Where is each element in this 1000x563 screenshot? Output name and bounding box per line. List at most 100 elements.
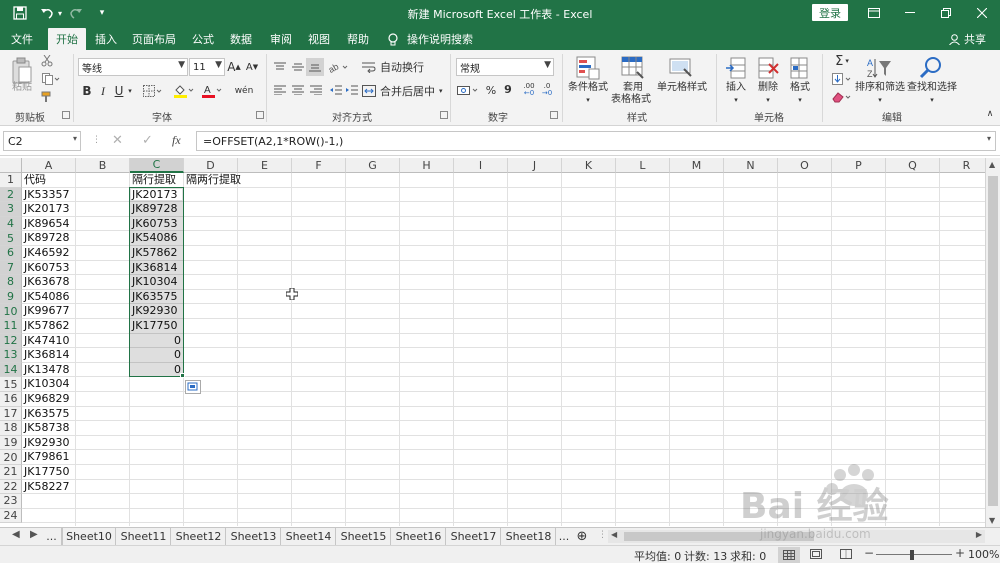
borders-button[interactable]	[142, 83, 164, 99]
row-header-10[interactable]: 10	[0, 304, 22, 319]
redo-icon[interactable]	[66, 4, 86, 22]
percent-button[interactable]: %	[484, 83, 498, 97]
sheet-tab-sheet17[interactable]: Sheet17	[447, 528, 501, 545]
tell-me-search[interactable]: 操作说明搜索	[404, 28, 476, 50]
sheet-prev-icon[interactable]: ◀	[12, 529, 20, 540]
undo-icon[interactable]	[36, 4, 58, 22]
cell-A10[interactable]: JK99677	[22, 304, 76, 318]
cell-A4[interactable]: JK89654	[22, 217, 76, 231]
cell-C9[interactable]: JK63575	[130, 290, 184, 304]
align-right-icon[interactable]	[308, 83, 324, 97]
alignment-launcher-icon[interactable]	[440, 111, 448, 119]
format-cells-button[interactable]	[788, 54, 812, 82]
sort-filter-button[interactable]: AZ	[866, 54, 892, 82]
orientation-icon[interactable]: ab	[328, 60, 352, 74]
undo-dropdown-icon[interactable]: ▾	[56, 4, 64, 22]
restore-icon[interactable]	[928, 0, 964, 26]
align-left-icon[interactable]	[272, 83, 288, 97]
number-launcher-icon[interactable]	[550, 111, 558, 119]
row-header-15[interactable]: 15	[0, 377, 22, 392]
align-middle-icon[interactable]	[290, 60, 306, 74]
row-header-19[interactable]: 19	[0, 435, 22, 451]
tab-view[interactable]: 视图	[302, 28, 336, 50]
cell-C8[interactable]: JK10304	[130, 275, 184, 289]
close-icon[interactable]	[964, 0, 1000, 26]
row-header-20[interactable]: 20	[0, 450, 22, 465]
column-header-K[interactable]: K	[562, 158, 616, 173]
cut-icon[interactable]	[40, 54, 54, 68]
row-header-3[interactable]: 3	[0, 202, 22, 217]
font-color-button[interactable]: A	[200, 83, 224, 99]
row-header-9[interactable]: 9	[0, 289, 22, 305]
row-header-6[interactable]: 6	[0, 246, 22, 261]
sheet-tab-sheet15[interactable]: Sheet15	[337, 528, 391, 545]
autosum-button[interactable]: Σ ▾	[830, 54, 854, 69]
cell-A9[interactable]: JK54086	[22, 290, 76, 304]
column-header-M[interactable]: M	[670, 158, 724, 173]
number-format-select[interactable]: 常规 ▼	[456, 58, 554, 76]
format-as-table-button[interactable]	[620, 54, 646, 82]
sheet-tab-sheet18[interactable]: Sheet18	[502, 528, 556, 545]
horizontal-scrollbar[interactable]: ◀ ▶	[608, 530, 985, 543]
cell-C6[interactable]: JK57862	[130, 246, 184, 260]
cell-A16[interactable]: JK96829	[22, 392, 76, 406]
tab-file[interactable]: 文件	[4, 28, 40, 50]
sheet-tab-sheet12[interactable]: Sheet12	[172, 528, 226, 545]
accounting-format-icon[interactable]	[456, 83, 482, 97]
formula-input[interactable]: =OFFSET(A2,1*ROW()-1,) ▾	[196, 131, 996, 151]
tab-help[interactable]: 帮助	[340, 28, 376, 50]
column-header-F[interactable]: F	[292, 158, 346, 173]
sheet-tab-sheet10[interactable]: Sheet10	[62, 528, 116, 545]
sheet-next-icon[interactable]: ▶	[30, 529, 38, 540]
zoom-level[interactable]: 100%	[968, 548, 999, 561]
row-header-1[interactable]: 1	[0, 173, 22, 188]
cell-A21[interactable]: JK17750	[22, 465, 76, 479]
tab-insert[interactable]: 插入	[88, 28, 124, 50]
increase-decimal-button[interactable]: .00 ←0	[520, 82, 538, 98]
clipboard-launcher-icon[interactable]	[62, 111, 70, 119]
scroll-right-icon[interactable]: ▶	[976, 530, 982, 539]
cell-styles-button[interactable]	[668, 54, 694, 82]
font-launcher-icon[interactable]	[256, 111, 264, 119]
column-header-C[interactable]: C	[130, 158, 184, 173]
conditional-format-button[interactable]	[574, 54, 602, 82]
horizontal-scroll-thumb[interactable]	[624, 532, 814, 541]
row-header-8[interactable]: 8	[0, 275, 22, 290]
column-header-Q[interactable]: Q	[886, 158, 940, 173]
column-header-D[interactable]: D	[184, 158, 238, 173]
cell-C4[interactable]: JK60753	[130, 217, 184, 231]
cell-C1[interactable]: 隔行提取	[130, 173, 184, 187]
share-button[interactable]: 共享	[949, 31, 986, 47]
scroll-left-icon[interactable]: ◀	[611, 530, 617, 539]
shrink-font-button[interactable]: A ▼	[245, 58, 259, 76]
font-name-select[interactable]: 等线 ▼	[78, 58, 188, 76]
expand-formula-icon[interactable]: ▾	[987, 134, 991, 143]
row-header-17[interactable]: 17	[0, 406, 22, 422]
column-header-O[interactable]: O	[778, 158, 832, 173]
grow-font-button[interactable]: A ▲	[227, 58, 241, 76]
normal-view-icon[interactable]	[778, 547, 800, 563]
column-header-H[interactable]: H	[400, 158, 454, 173]
row-header-18[interactable]: 18	[0, 421, 22, 436]
row-header-16[interactable]: 16	[0, 392, 22, 407]
column-header-E[interactable]: E	[238, 158, 292, 173]
zoom-out-button[interactable]: −	[864, 546, 874, 560]
underline-button[interactable]: U	[112, 83, 126, 99]
align-center-icon[interactable]	[290, 83, 306, 97]
cell-C12[interactable]: 0	[130, 334, 184, 348]
sheet-tab-sheet14[interactable]: Sheet14	[282, 528, 336, 545]
tab-formulas[interactable]: 公式	[186, 28, 220, 50]
row-header-22[interactable]: 22	[0, 479, 22, 495]
sheet-tab-sheet11[interactable]: Sheet11	[117, 528, 171, 545]
tab-data[interactable]: 数据	[224, 28, 258, 50]
row-header-12[interactable]: 12	[0, 333, 22, 349]
vertical-scroll-thumb[interactable]	[988, 176, 998, 506]
insert-cells-button[interactable]	[724, 54, 748, 82]
cell-C13[interactable]: 0	[130, 348, 184, 362]
cell-A19[interactable]: JK92930	[22, 436, 76, 450]
phonetic-button[interactable]: wén	[232, 83, 256, 99]
row-header-13[interactable]: 13	[0, 348, 22, 363]
cell-C7[interactable]: JK36814	[130, 261, 184, 275]
vertical-scrollbar[interactable]: ▲ ▼	[985, 158, 1000, 529]
cell-A1[interactable]: 代码	[22, 173, 76, 187]
